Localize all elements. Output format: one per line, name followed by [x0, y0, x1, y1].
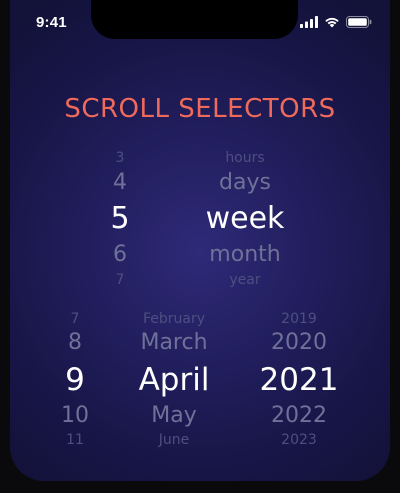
year-wheel-item[interactable]: 2022: [271, 405, 327, 427]
day-wheel-item[interactable]: 8: [68, 332, 82, 354]
year-wheel-selected[interactable]: 2021: [260, 365, 339, 396]
screen: 9:41 SCROLL SELECTORS 3 hours 4 days 5 w…: [10, 0, 390, 481]
month-wheel-item[interactable]: May: [151, 405, 196, 427]
unit-wheel-item[interactable]: month: [209, 244, 280, 266]
year-wheel-item[interactable]: 2020: [271, 332, 327, 354]
page-title: SCROLL SELECTORS: [64, 94, 336, 124]
number-wheel-item[interactable]: 7: [116, 273, 125, 287]
unit-wheel-item[interactable]: year: [229, 273, 260, 287]
number-wheel-item[interactable]: 3: [116, 151, 125, 165]
unit-wheel-item[interactable]: days: [219, 172, 271, 194]
unit-wheel-item[interactable]: hours: [225, 151, 264, 165]
notch: [91, 0, 298, 39]
month-wheel-item[interactable]: February: [143, 312, 205, 326]
unit-wheel-selected[interactable]: week: [206, 204, 285, 234]
device-frame: 9:41 SCROLL SELECTORS 3 hours 4 days 5 w…: [0, 0, 400, 493]
month-wheel-selected[interactable]: April: [139, 365, 210, 396]
month-wheel-item[interactable]: June: [159, 433, 190, 447]
status-time: 9:41: [36, 14, 67, 31]
month-wheel-item[interactable]: March: [140, 332, 207, 354]
number-wheel-item[interactable]: 4: [113, 172, 127, 194]
day-wheel-item[interactable]: 11: [66, 433, 84, 447]
wifi-icon: [325, 17, 339, 28]
number-wheel-item[interactable]: 6: [113, 244, 127, 266]
number-wheel-selected[interactable]: 5: [110, 204, 129, 234]
cellular-signal-icon: [300, 16, 318, 28]
day-wheel-item[interactable]: 10: [61, 405, 89, 427]
day-wheel-item[interactable]: 7: [71, 312, 80, 326]
status-icons: [300, 16, 372, 28]
year-wheel-item[interactable]: 2023: [281, 433, 317, 447]
year-wheel-item[interactable]: 2019: [281, 312, 317, 326]
battery-icon: [346, 16, 372, 28]
day-wheel-selected[interactable]: 9: [65, 365, 85, 396]
